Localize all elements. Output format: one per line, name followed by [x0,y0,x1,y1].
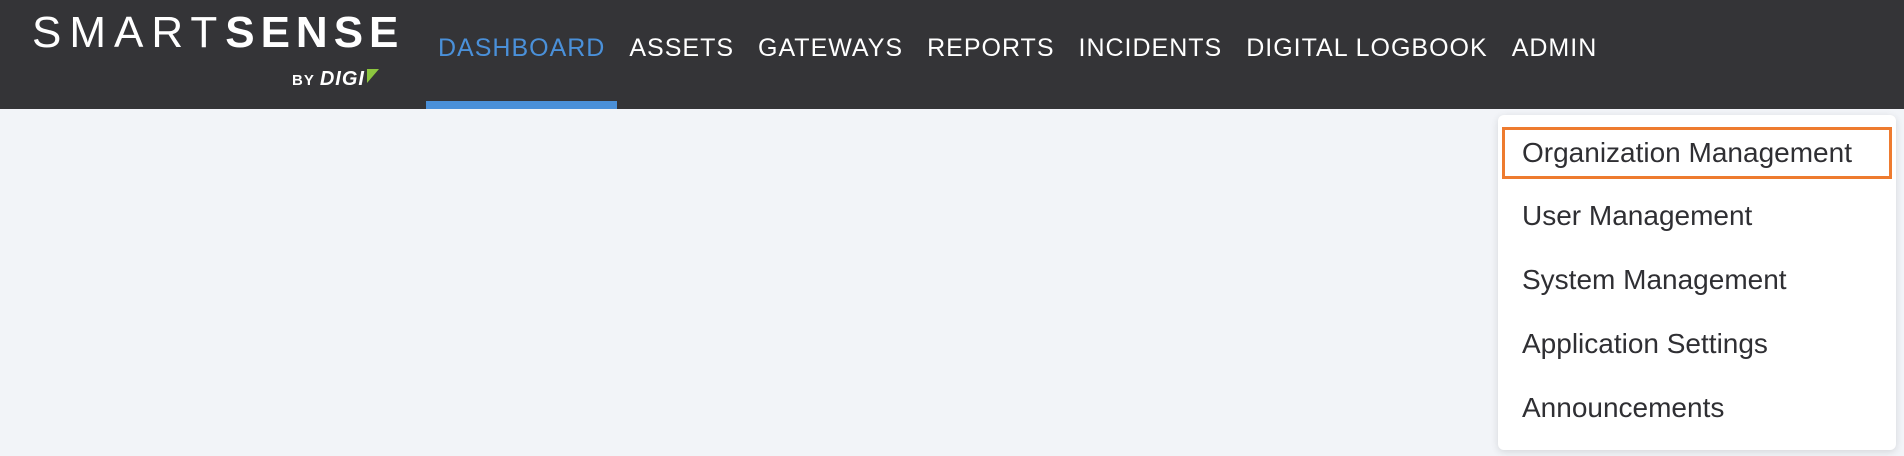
menu-item-announcements[interactable]: Announcements [1522,391,1724,425]
nav-item-label: ASSETS [629,34,735,62]
nav-item-reports[interactable]: REPORTS [915,0,1066,109]
nav-item-label: ADMIN [1511,34,1598,62]
top-navigation-bar: SMARTSENSE BY DIGI DASHBOARD ASSETS GATE… [0,0,1904,109]
nav-item-label: DIGITAL LOGBOOK [1246,34,1488,62]
logo-wordmark: SMARTSENSE [32,8,404,58]
logo-company-text: DIGI [319,68,365,90]
admin-dropdown-menu: Organization Management User Management … [1498,115,1896,450]
menu-item-user-management[interactable]: User Management [1522,199,1752,233]
nav-item-label: INCIDENTS [1078,34,1223,62]
nav-item-digital-logbook[interactable]: DIGITAL LOGBOOK [1234,0,1499,109]
menu-item-system-management[interactable]: System Management [1522,263,1787,297]
smartsense-logo[interactable]: SMARTSENSE BY DIGI [32,8,398,98]
logo-by-text: BY [292,72,315,89]
nav-item-incidents[interactable]: INCIDENTS [1067,0,1235,109]
logo-smart-text: SMART [32,8,226,57]
nav-item-admin[interactable]: ADMIN [1500,0,1610,109]
logo-sense-text: SENSE [225,8,405,57]
digi-mark-icon [366,69,379,83]
menu-item-organization-management[interactable]: Organization Management [1502,127,1892,179]
logo-byline: BY DIGI [292,68,379,92]
nav-item-dashboard[interactable]: DASHBOARD [426,0,618,109]
nav-item-assets[interactable]: ASSETS [617,0,746,109]
nav-item-gateways[interactable]: GATEWAYS [746,0,915,109]
nav-item-label: DASHBOARD [438,34,606,62]
menu-item-application-settings[interactable]: Application Settings [1522,327,1768,361]
nav-item-label: GATEWAYS [758,34,904,62]
nav-item-label: REPORTS [927,34,1055,62]
active-tab-indicator [426,101,618,109]
main-nav: DASHBOARD ASSETS GATEWAYS REPORTS INCIDE… [426,0,1609,109]
